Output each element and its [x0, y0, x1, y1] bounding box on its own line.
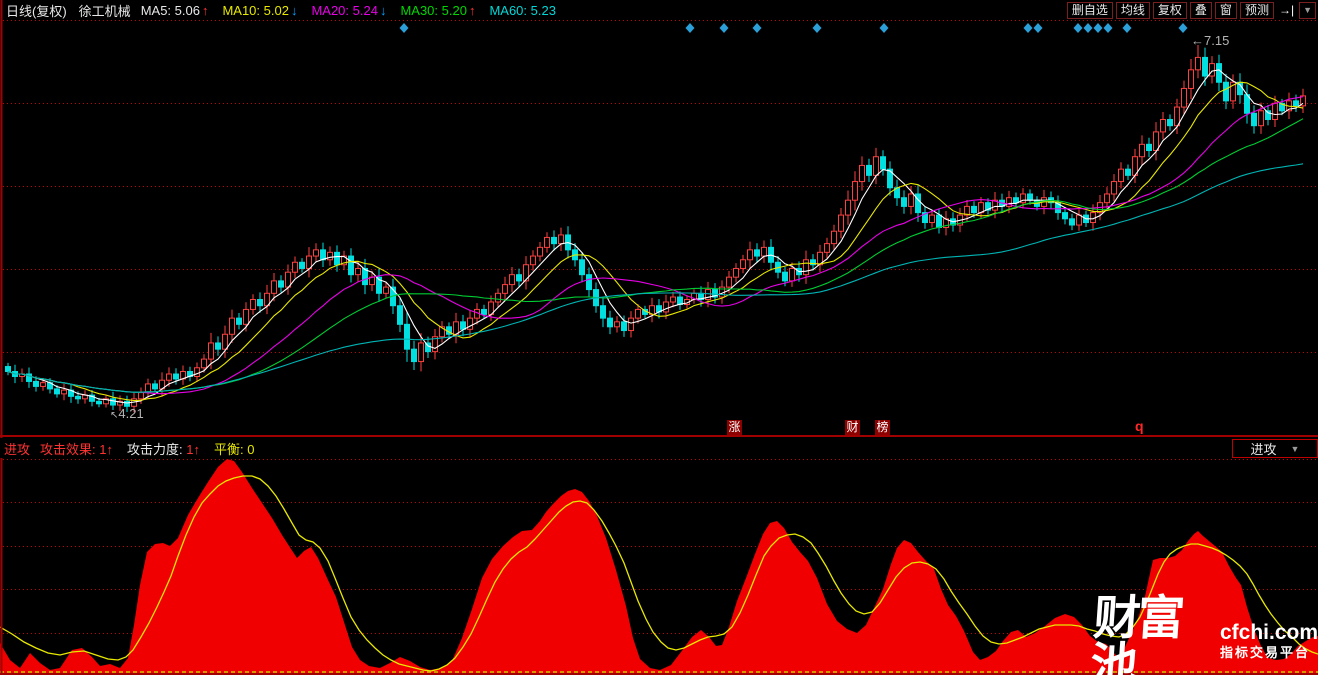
toolbar-button-均线[interactable]: 均线 — [1115, 1, 1150, 19]
event-marker-涨[interactable]: 涨 — [727, 420, 742, 435]
ma-values: MA5: 5.06 ↑ MA10: 5.02 ↓ MA20: 5.24 ↓ MA30: 5.… — [141, 3, 570, 18]
signal-diamond-icon — [1178, 23, 1188, 33]
watermark-tagline: 指标交易平台 — [1219, 644, 1310, 660]
signal-diamond-icon — [1122, 23, 1132, 33]
stock-name[interactable]: 徐工机械 — [79, 1, 131, 20]
watermark: 财富池 cfchi.com 指标交易平台 — [1088, 591, 1318, 675]
toolbar-button-窗[interactable]: 窗 — [1214, 1, 1237, 19]
indicator-header: 进攻 攻击效果: 1↑ 攻击力度: 1↑ 平衡: 0 — [0, 438, 1318, 458]
trend-arrow-icon: ↑ — [468, 2, 476, 18]
low-price-value: 4.21 — [118, 406, 144, 421]
indicator-selector-label: 进攻 — [1250, 442, 1277, 457]
q-event-marker[interactable]: q — [1135, 418, 1144, 434]
watermark-brand: 财富池 — [1088, 591, 1184, 675]
left-arrow-icon: ← — [1191, 33, 1204, 48]
indicator-field: 攻击力度: 1↑ — [126, 441, 200, 457]
ma-value: MA30: 5.20 ↑ — [400, 2, 476, 18]
signal-diamond-icon — [1103, 23, 1113, 33]
ma-value: MA5: 5.06 ↑ — [140, 2, 209, 18]
toolbar: 删自选 均线 复权叠窗预测 →| ▼ — [1066, 1, 1316, 19]
toolbar-button-预测[interactable]: 预测 — [1239, 1, 1274, 19]
low-price-annotation: ↖4.21 — [110, 406, 144, 421]
watermark-domain: cfchi.com — [1219, 621, 1318, 645]
trend-arrow-icon: ↑ — [193, 441, 200, 457]
trend-arrow-icon: ↑ — [106, 441, 113, 457]
trend-arrow-icon: ↑ — [201, 2, 209, 18]
trading-app-window: 日线(复权) 徐工机械 MA5: 5.06 ↑ MA10: 5.02 ↓ MA20: 5… — [0, 0, 1318, 675]
signal-diamond-icon — [879, 23, 889, 33]
ma-value: MA20: 5.24 ↓ — [311, 2, 387, 18]
scroll-to-end-icon[interactable]: →| — [1279, 3, 1294, 17]
signal-diamond-icon — [1093, 23, 1103, 33]
indicator-selector[interactable]: 进攻 ▼ — [1232, 439, 1318, 458]
signal-diamond-icon — [1023, 23, 1033, 33]
signal-diamond-icon — [812, 23, 822, 33]
toolbar-button-复权[interactable]: 复权 — [1152, 1, 1187, 19]
toolbar-button-叠[interactable]: 叠 — [1189, 1, 1212, 19]
chevron-down-icon: ▼ — [1290, 443, 1300, 454]
signal-diamond-icon — [752, 23, 762, 33]
toolbar-buttons: 删自选 均线 复权叠窗预测 — [1066, 1, 1274, 19]
indicator-field: 平衡: 0 — [213, 441, 255, 457]
event-marker-财[interactable]: 财 — [845, 420, 860, 435]
title-bar: 日线(复权) 徐工机械 MA5: 5.06 ↑ MA10: 5.02 ↓ MA20: 5… — [0, 0, 1318, 20]
indicator-fields: 攻击效果: 1↑ 攻击力度: 1↑ 平衡: 0 — [40, 439, 268, 458]
ma-value: MA10: 5.02 ↓ — [222, 2, 298, 18]
indicator-name: 进攻 — [4, 441, 31, 457]
signal-diamond-icon — [1083, 23, 1093, 33]
trend-arrow-icon: ↓ — [379, 2, 387, 18]
period-label[interactable]: 日线(复权) — [6, 1, 67, 20]
ma-value: MA60: 5.23 — [489, 2, 556, 18]
trend-arrow-icon: ↓ — [290, 2, 298, 18]
signal-diamond-icon — [719, 23, 729, 33]
signal-diamond-icon — [1033, 23, 1043, 33]
signal-diamond-icon — [1073, 23, 1083, 33]
signal-diamond-icon — [399, 23, 409, 33]
signal-diamond-icon — [685, 23, 695, 33]
chart-canvas[interactable] — [0, 0, 1318, 675]
toolbar-button-删自选[interactable]: 删自选 — [1066, 1, 1113, 19]
indicator-field: 攻击效果: 1↑ — [40, 441, 113, 457]
high-price-value: 7.15 — [1204, 33, 1230, 48]
event-marker-榜[interactable]: 榜 — [875, 420, 890, 435]
toolbar-dropdown-icon[interactable]: ▼ — [1299, 1, 1316, 19]
high-price-annotation: ←7.15 — [1191, 33, 1229, 48]
